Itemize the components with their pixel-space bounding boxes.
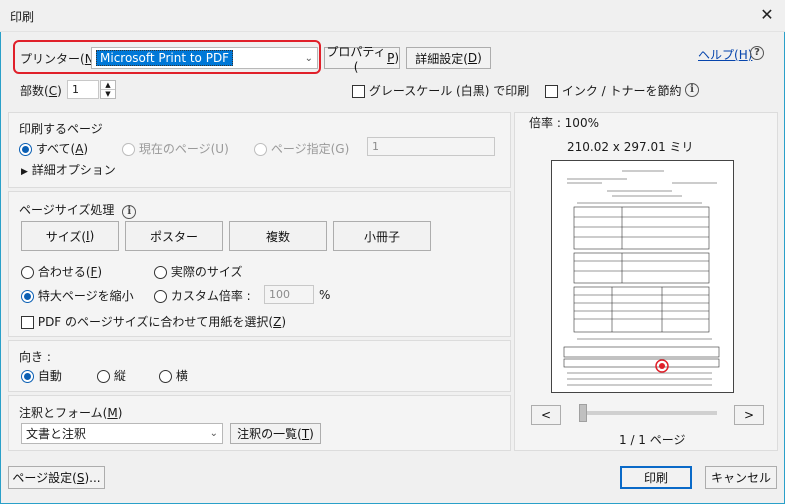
orientation-panel: 向き : 自動 縦 横 [8, 340, 511, 392]
pages-heading: 印刷するページ [19, 122, 103, 136]
pages-current-radio [122, 143, 135, 156]
orientation-portrait-radio[interactable] [97, 370, 110, 383]
document-thumbnail [563, 170, 720, 386]
custom-scale-option[interactable]: カスタム倍率 : [154, 287, 251, 304]
orientation-auto-option[interactable]: 自動 [21, 367, 62, 384]
copies-input[interactable]: 1 [67, 80, 99, 99]
help-icon[interactable]: ? [750, 46, 764, 60]
stepper-down-icon[interactable]: ▼ [101, 90, 115, 98]
size-button[interactable]: サイズ(I) [21, 221, 119, 251]
pdf-size-checkbox[interactable] [21, 316, 34, 329]
fit-radio[interactable] [21, 266, 34, 279]
page-setup-button[interactable]: ページ設定(S)... [8, 466, 105, 489]
grayscale-option[interactable]: グレースケール (白黒) で印刷 [352, 82, 529, 99]
comments-panel: 注釈とフォーム(M) 文書と注釈 ⌄ 注釈の一覧(T) [8, 395, 511, 451]
custom-scale-input: 100 [264, 285, 314, 304]
preview-scale: 倍率 : 100% [529, 116, 599, 130]
ink-save-checkbox[interactable] [545, 85, 558, 98]
help-link[interactable]: ヘルプ(H) [698, 46, 752, 63]
window-title: 印刷 [10, 10, 35, 24]
pages-range-option: ページ指定(G) [254, 140, 349, 157]
cancel-button[interactable]: キャンセル [705, 466, 777, 489]
preview-panel: 倍率 : 100% 210.02 x 297.01 ミリ < > 1 / 1 ペ… [514, 112, 778, 451]
copies-stepper[interactable]: ▲ ▼ [100, 80, 116, 99]
pages-all-option[interactable]: すべて(A) [19, 140, 88, 157]
shrink-option[interactable]: 特大ページを縮小 [21, 287, 134, 304]
percent-label: % [319, 288, 331, 302]
orientation-portrait-option[interactable]: 縦 [97, 367, 126, 384]
advanced-button[interactable]: 詳細設定(D) [406, 47, 491, 69]
comments-select[interactable]: 文書と注釈 ⌄ [21, 423, 223, 444]
orientation-landscape-option[interactable]: 横 [159, 367, 188, 384]
page-indicator: 1 / 1 ページ [619, 433, 686, 447]
copies-label: 部数(C) : [20, 84, 70, 98]
multiple-button[interactable]: 複数 [229, 221, 327, 251]
pages-all-radio[interactable] [19, 143, 32, 156]
next-page-button[interactable]: > [734, 405, 764, 425]
triangle-right-icon: ▶ [21, 167, 28, 177]
comments-summary-button[interactable]: 注釈の一覧(T) [230, 423, 321, 444]
poster-button[interactable]: ポスター [125, 221, 223, 251]
properties-button[interactable]: プロパティ(P) [324, 45, 400, 74]
zoom-slider-thumb[interactable] [579, 404, 587, 422]
orientation-auto-radio[interactable] [21, 370, 34, 383]
orientation-landscape-radio[interactable] [159, 370, 172, 383]
chevron-down-icon: ⌄ [209, 428, 218, 439]
actual-size-option[interactable]: 実際のサイズ [154, 263, 242, 280]
prev-page-button[interactable]: < [531, 405, 561, 425]
pdf-size-option[interactable]: PDF のページサイズに合わせて用紙を選択(Z) [21, 313, 286, 330]
shrink-radio[interactable] [21, 290, 34, 303]
page-size-panel: ページサイズ処理 i サイズ(I) ポスター 複数 小冊子 合わせる(F) 実際… [8, 191, 511, 337]
pages-panel: 印刷するページ すべて(A) 現在のページ(U) ページ指定(G) 1 ▶ 詳細… [8, 112, 511, 188]
printer-select[interactable]: Microsoft Print to PDF ⌄ [91, 47, 318, 69]
comments-heading: 注釈とフォーム(M) [19, 406, 123, 420]
custom-scale-radio[interactable] [154, 290, 167, 303]
actual-size-radio[interactable] [154, 266, 167, 279]
close-icon[interactable]: ✕ [757, 5, 777, 25]
pages-current-option: 現在のページ(U) [122, 140, 229, 157]
stepper-up-icon[interactable]: ▲ [101, 81, 115, 90]
more-options-toggle[interactable]: ▶ 詳細オプション [21, 161, 116, 178]
orientation-heading: 向き : [19, 350, 51, 364]
fit-option[interactable]: 合わせる(F) [21, 263, 102, 280]
ink-save-option[interactable]: インク / トナーを節約 [545, 82, 682, 99]
preview-page [551, 160, 734, 393]
printer-selected-value: Microsoft Print to PDF [96, 50, 234, 66]
info-icon[interactable]: i [685, 83, 699, 97]
title-bar: 印刷 ✕ [0, 0, 785, 32]
pages-range-radio [254, 143, 267, 156]
zoom-slider[interactable] [579, 411, 717, 415]
preview-dimensions: 210.02 x 297.01 ミリ [567, 140, 694, 154]
chevron-down-icon: ⌄ [304, 52, 313, 64]
pages-range-input: 1 [367, 137, 495, 156]
booklet-button[interactable]: 小冊子 [333, 221, 431, 251]
page-size-heading: ページサイズ処理 i [19, 201, 137, 219]
print-button[interactable]: 印刷 [620, 466, 692, 489]
grayscale-checkbox[interactable] [352, 85, 365, 98]
info-icon[interactable]: i [122, 205, 137, 219]
